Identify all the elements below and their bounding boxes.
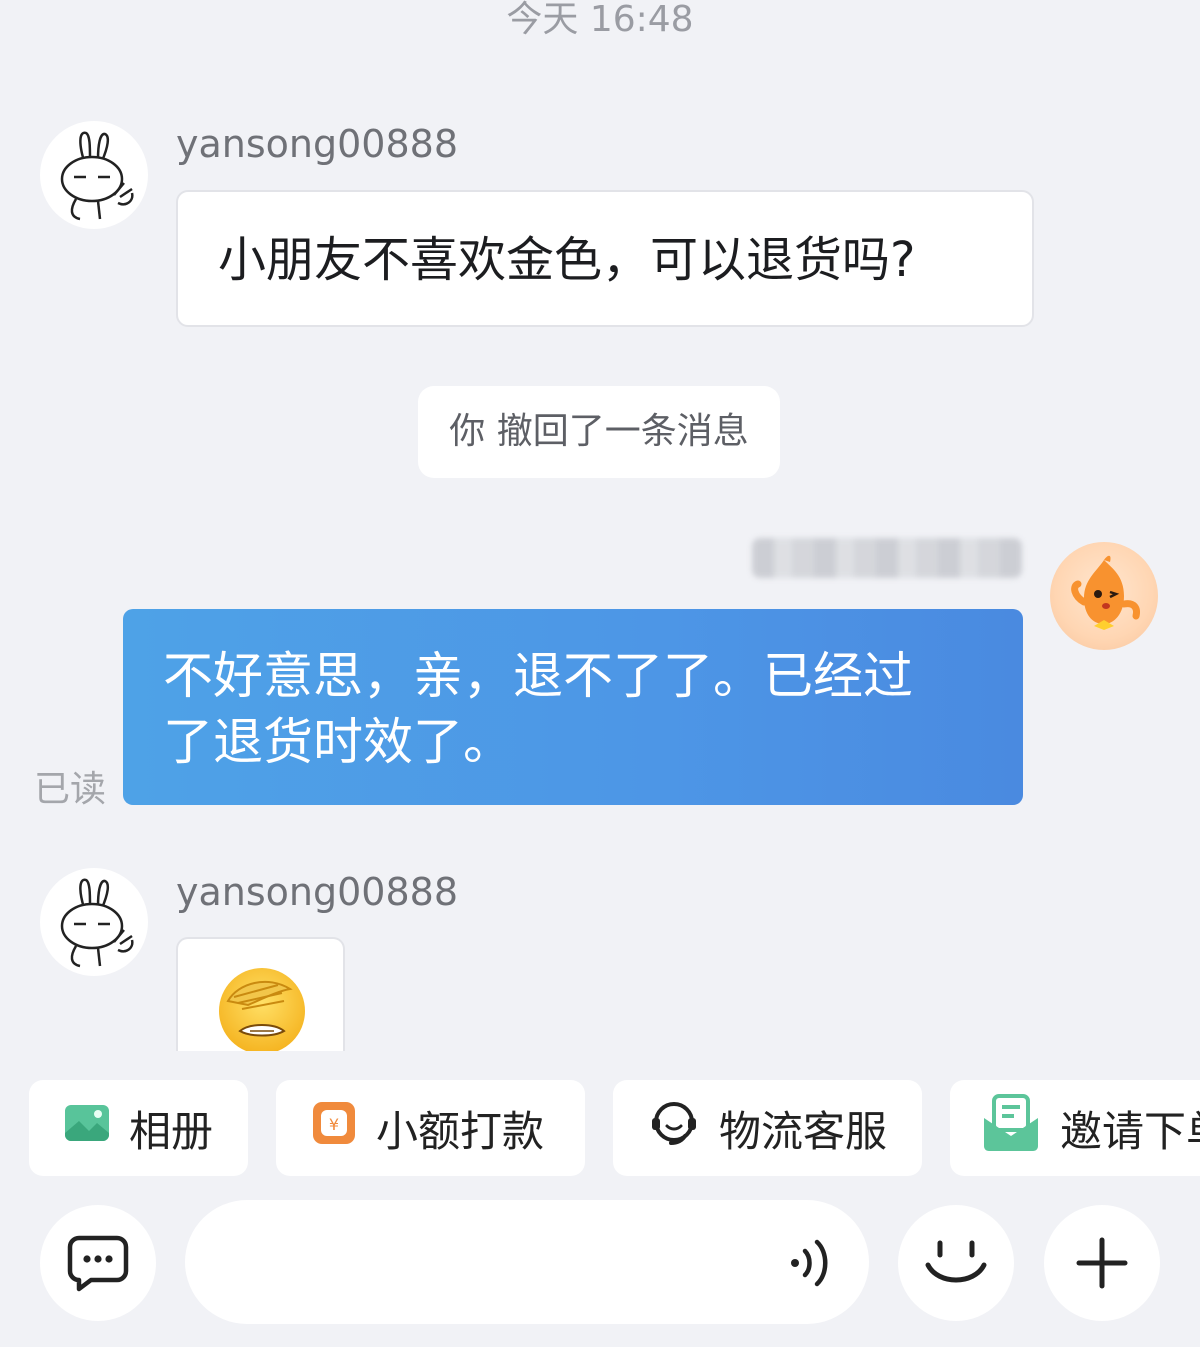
sender-name: yansong00888 (176, 122, 458, 166)
quick-action-label: 物流客服 (719, 1106, 888, 1156)
message-bubble-incoming[interactable]: 小朋友不喜欢金色，可以退货吗? (176, 190, 1034, 327)
quick-action-small-payment[interactable]: ¥ 小额打款 (276, 1080, 585, 1176)
chat-bubble-icon (67, 1235, 129, 1292)
rabbit-avatar-icon (60, 878, 134, 968)
agent-name-blurred (752, 538, 1022, 578)
svg-text:¥: ¥ (329, 1115, 339, 1134)
rabbit-avatar-icon (60, 131, 134, 221)
small-payment-icon: ¥ (310, 1099, 358, 1157)
customer-avatar[interactable] (40, 121, 148, 229)
emoji-button[interactable] (898, 1205, 1014, 1321)
recall-notice: 你 撤回了一条消息 (418, 386, 780, 478)
message-bubble-emoji[interactable] (176, 937, 345, 1051)
photo-album-icon (63, 1103, 111, 1153)
sender-name: yansong00888 (176, 870, 458, 914)
quick-action-invite-order[interactable]: 邀请下单 (950, 1080, 1200, 1176)
quick-action-logistics-service[interactable]: 物流客服 (613, 1080, 922, 1176)
more-button[interactable] (1044, 1205, 1160, 1321)
quick-action-label: 邀请下单 (1060, 1106, 1200, 1156)
smiley-icon (925, 1240, 987, 1283)
message-bubble-outgoing[interactable]: 不好意思，亲，退不了了。已经过 了退货时效了。 (123, 609, 1023, 805)
invite-order-icon (980, 1092, 1042, 1164)
message-text-line1: 不好意思，亲，退不了了。已经过 (163, 647, 913, 705)
mascot-avatar-icon (1071, 555, 1140, 630)
quick-action-label: 小额打款 (376, 1106, 545, 1156)
quick-action-label: 相册 (129, 1106, 214, 1156)
message-text: 小朋友不喜欢金色，可以退货吗? (218, 232, 916, 288)
message-text-line2: 了退货时效了。 (163, 713, 513, 771)
plus-icon (1076, 1237, 1128, 1289)
logistics-service-icon (647, 1096, 701, 1160)
agent-avatar[interactable] (1050, 542, 1158, 650)
voice-icon (791, 1239, 828, 1287)
quick-action-photo-album[interactable]: 相册 (29, 1080, 248, 1176)
message-input[interactable] (185, 1200, 869, 1324)
read-status: 已读 (34, 769, 107, 810)
voice-input-button[interactable] (787, 1236, 837, 1294)
face-palm-emoji-icon (219, 968, 305, 1051)
timestamp: 今天 16:48 (506, 0, 694, 40)
customer-avatar[interactable] (40, 868, 148, 976)
message-mode-button[interactable] (40, 1205, 156, 1321)
